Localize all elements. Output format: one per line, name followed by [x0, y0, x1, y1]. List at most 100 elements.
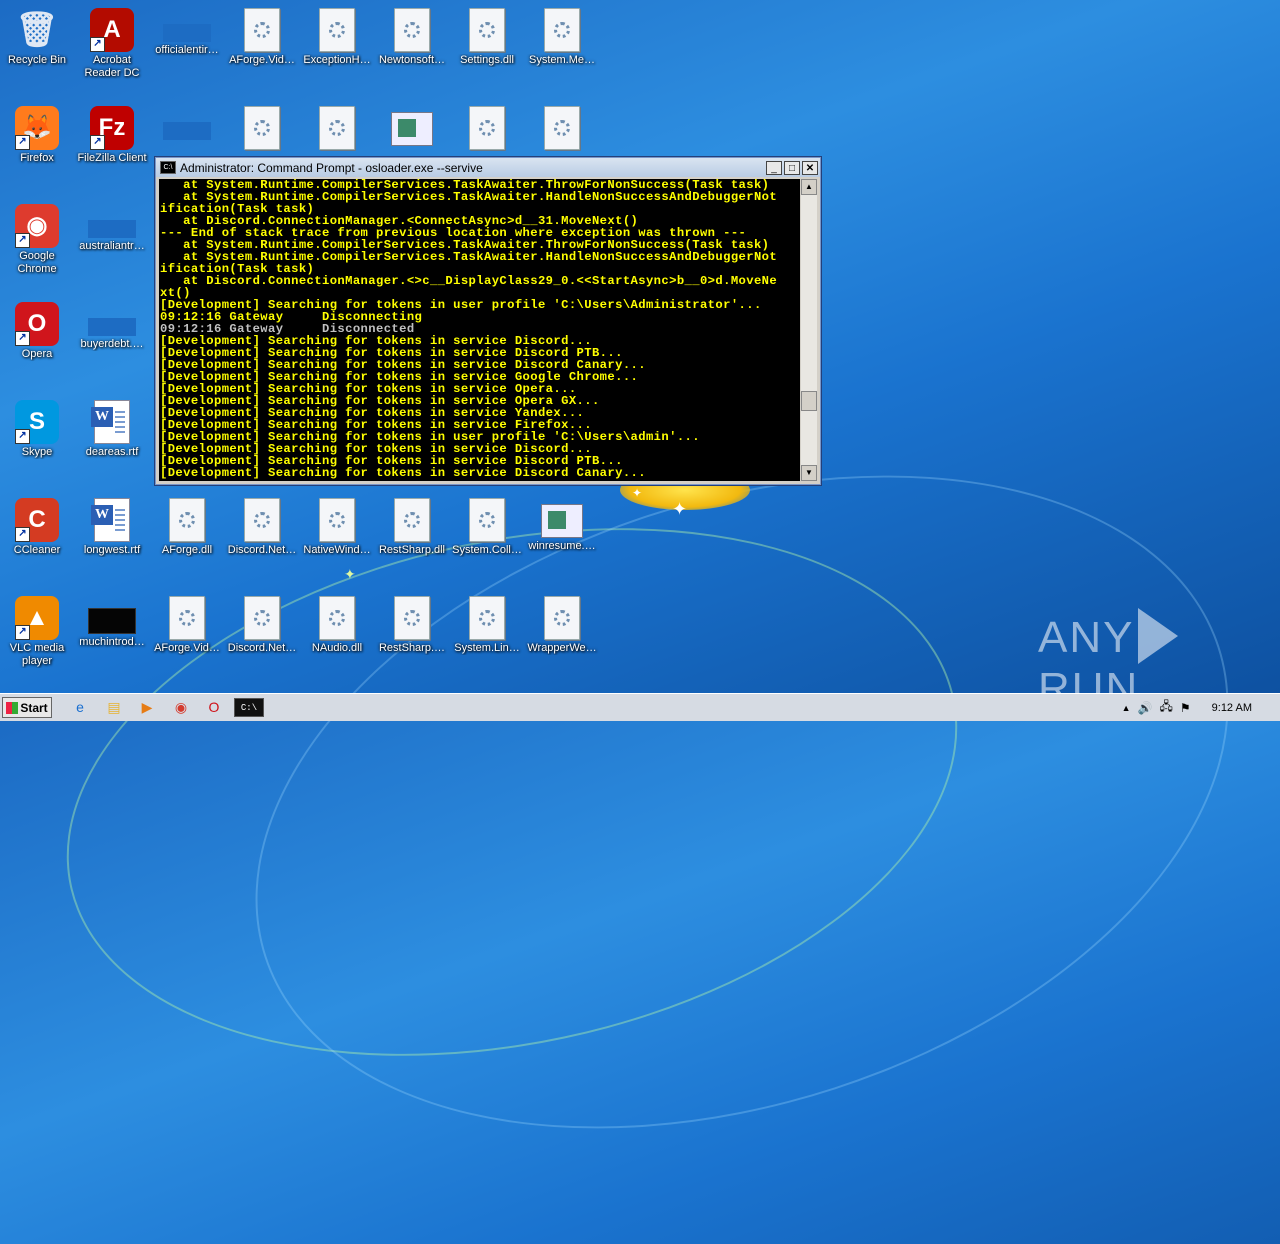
desktop-icon-acrobat-reader-dc[interactable]: A ↗ Acrobat Reader DC [75, 4, 149, 80]
desktop-icon-filezilla-client[interactable]: Fz ↗ FileZilla Client [75, 102, 149, 165]
cmd-window-title: Administrator: Command Prompt - osloader… [180, 160, 483, 175]
desktop-icon-naudio-dll[interactable]: NAudio.dll [300, 592, 374, 655]
action-center-flag-icon[interactable]: ⚑ [1180, 701, 1191, 715]
cmd-window-icon[interactable]: C:\ [160, 161, 176, 174]
desktop-icon-file[interactable] [375, 102, 449, 148]
text-line [115, 524, 125, 526]
maximize-button[interactable]: □ [784, 160, 800, 175]
desktop-icon-firefox[interactable]: 🦊 ↗ Firefox [0, 102, 74, 165]
dll-file-icon [244, 106, 280, 150]
desktop-icon-restsharp[interactable]: RestSharp.… [375, 592, 449, 655]
desktop-icon-file[interactable] [525, 102, 599, 152]
desktop-icon-file[interactable] [300, 102, 374, 152]
desktop-icon-discord-net[interactable]: Discord.Net… [225, 494, 299, 557]
windows-flag-icon [6, 702, 19, 714]
text-line [115, 416, 125, 418]
play-logo-icon [1138, 608, 1179, 664]
text-line [115, 431, 125, 433]
dll-file-icon [469, 596, 505, 640]
sparkle-icon: ✦ [632, 486, 643, 500]
taskbar-chrome-icon[interactable]: ◉ [171, 698, 191, 717]
dll-file-icon [244, 498, 280, 542]
desktop-icon-discord-net[interactable]: Discord.Net… [225, 592, 299, 655]
taskbar-opera-icon[interactable]: O [204, 698, 224, 717]
desktop-icon-label: Firefox [20, 152, 54, 164]
desktop-icon-label: buyerdebt.… [80, 338, 144, 350]
dll-file-icon [169, 596, 205, 640]
taskbar-ie-icon[interactable]: e [70, 698, 90, 717]
desktop-icon-australiantr[interactable]: australiantr… [75, 200, 149, 253]
desktop-icon-skype[interactable]: S ↗ Skype [0, 396, 74, 459]
desktop-icon-exceptionh[interactable]: ExceptionH… [300, 4, 374, 67]
network-icon[interactable]: 🖧 [1159, 697, 1172, 718]
file-icon [88, 318, 136, 336]
desktop-icon-label: Recycle Bin [7, 54, 67, 66]
dll-file-icon [469, 498, 505, 542]
desktop-icon-label: CCleaner [13, 544, 61, 556]
desktop-icon-ccleaner[interactable]: C ↗ CCleaner [0, 494, 74, 557]
desktop-icon-opera[interactable]: O ↗ Opera [0, 298, 74, 361]
taskbar-explorer-icon[interactable]: ▤ [104, 698, 124, 717]
file-icon [163, 122, 211, 140]
desktop-icon-label: Google Chrome [17, 250, 57, 275]
file-icon [163, 24, 211, 42]
desktop-icon-aforge-vid[interactable]: AForge.Vid… [225, 4, 299, 67]
desktop-icon-deareas-rtf[interactable]: Wdeareas.rtf [75, 396, 149, 459]
desktop-icon-label: Opera [21, 348, 53, 360]
desktop-icon-winresume[interactable]: winresume.… [525, 494, 599, 553]
desktop-icon-settings-dll[interactable]: Settings.dll [450, 4, 524, 67]
start-button[interactable]: Start [2, 697, 52, 718]
desktop-icon-wrapperwe[interactable]: WrapperWe… [525, 592, 599, 655]
acrobat-reader-dc-icon: A ↗ [90, 8, 134, 52]
black-image-file-icon [88, 608, 136, 634]
cmd-titlebar[interactable]: C:\ Administrator: Command Prompt - oslo… [156, 158, 820, 177]
desktop-icon-label: muchintrod… [79, 636, 145, 648]
desktop-icon-label: AForge.Vid… [154, 642, 220, 654]
desktop-icon-muchintrod[interactable]: muchintrod… [75, 592, 149, 649]
taskbar-cmd-icon[interactable]: C:\ [234, 698, 264, 717]
word-logo-icon: W [91, 505, 113, 525]
scrollbar-thumb[interactable] [801, 391, 817, 411]
volume-icon[interactable]: 🔊 [1138, 701, 1153, 715]
text-line [115, 426, 125, 428]
minimize-button[interactable]: _ [766, 160, 782, 175]
desktop-icon-label: System.Me… [528, 54, 595, 66]
shortcut-arrow-icon: ↗ [15, 135, 30, 150]
desktop-icon-file[interactable] [450, 102, 524, 152]
desktop-icon-system-coll[interactable]: System.Coll… [450, 494, 524, 557]
desktop-icon-aforge-dll[interactable]: AForge.dll [150, 494, 224, 557]
desktop-icon-newtonsoft[interactable]: Newtonsoft… [375, 4, 449, 67]
window-file-icon [541, 504, 583, 538]
cmd-window[interactable]: C:\ Administrator: Command Prompt - oslo… [155, 157, 821, 485]
desktop-icon-google-chrome[interactable]: ◉ ↗ Google Chrome [0, 200, 74, 276]
desktop-icon-system-lin[interactable]: System.Lin… [450, 592, 524, 655]
text-line [115, 514, 125, 516]
dll-file-icon [469, 8, 505, 52]
dll-file-icon [469, 106, 505, 150]
console-output[interactable]: at System.Runtime.CompilerServices.TaskA… [159, 179, 800, 481]
clock[interactable]: 9:12 AM [1212, 702, 1252, 714]
close-button[interactable]: ✕ [802, 160, 818, 175]
dll-file-icon [319, 498, 355, 542]
desktop-icon-aforge-vid[interactable]: AForge.Vid… [150, 592, 224, 655]
desktop-icon-file[interactable] [225, 102, 299, 152]
desktop-icon-nativewind[interactable]: NativeWind… [300, 494, 374, 557]
desktop-icon-longwest-rtf[interactable]: Wlongwest.rtf [75, 494, 149, 557]
scroll-up-arrow-icon[interactable]: ▲ [801, 179, 817, 195]
desktop-icon-label: AForge.dll [161, 544, 213, 556]
dll-file-icon [169, 498, 205, 542]
dll-file-icon [544, 106, 580, 150]
scroll-down-arrow-icon[interactable]: ▼ [801, 465, 817, 481]
desktop-icon-restsharp-dll[interactable]: RestSharp.dll [375, 494, 449, 557]
desktop-icon-officialentir[interactable]: officialentir… [150, 4, 224, 57]
desktop-icon-buyerdebt[interactable]: buyerdebt.… [75, 298, 149, 351]
desktop-icon-system-me[interactable]: System.Me… [525, 4, 599, 67]
sparkle-icon: ✦ [344, 566, 356, 582]
show-hidden-icons-icon[interactable]: ▲ [1122, 703, 1131, 713]
desktop-icon-vlc-media-player[interactable]: ▲ ↗ VLC media player [0, 592, 74, 668]
text-line [115, 519, 125, 521]
taskbar-media-player-icon[interactable]: ▶ [137, 698, 157, 717]
desktop-icon-file[interactable] [150, 102, 224, 142]
desktop-icon-recycle-bin[interactable]: 🗑 Recycle Bin [0, 4, 74, 67]
vertical-scrollbar[interactable]: ▲ ▼ [801, 179, 817, 481]
